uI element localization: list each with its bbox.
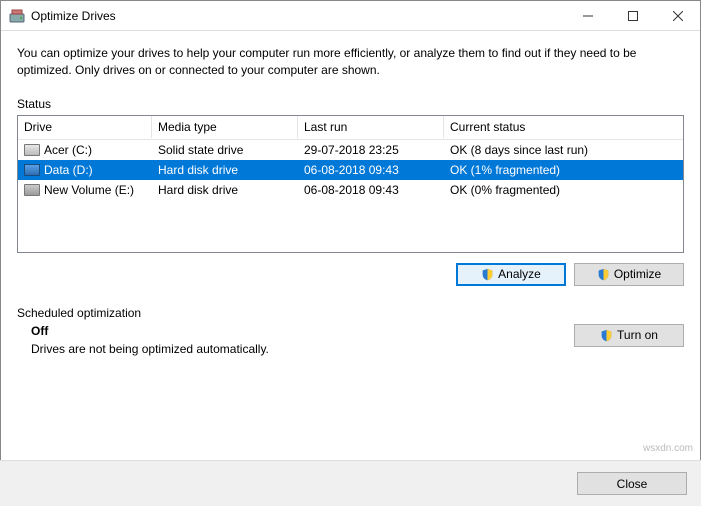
col-drive[interactable]: Drive — [18, 116, 152, 138]
scheduled-desc: Drives are not being optimized automatic… — [31, 342, 562, 356]
window-title: Optimize Drives — [31, 9, 565, 23]
cell-lastrun: 06-08-2018 09:43 — [298, 161, 444, 179]
cell-media: Hard disk drive — [152, 161, 298, 179]
analyze-button[interactable]: Analyze — [456, 263, 566, 286]
shield-icon — [600, 329, 613, 342]
scheduled-state: Off — [31, 324, 562, 338]
cell-status: OK (1% fragmented) — [444, 161, 683, 179]
bottom-bar: Close — [0, 460, 701, 506]
drive-icon — [24, 184, 40, 196]
optimize-label: Optimize — [614, 267, 661, 281]
col-media[interactable]: Media type — [152, 116, 298, 138]
turn-on-button[interactable]: Turn on — [574, 324, 684, 347]
table-row[interactable]: Acer (C:) Solid state drive 29-07-2018 2… — [18, 140, 683, 160]
shield-icon — [481, 268, 494, 281]
table-row[interactable]: Data (D:) Hard disk drive 06-08-2018 09:… — [18, 160, 683, 180]
cell-drive: Acer (C:) — [44, 143, 92, 157]
listview-rows: Acer (C:) Solid state drive 29-07-2018 2… — [18, 140, 683, 200]
minimize-button[interactable] — [565, 1, 610, 30]
cell-drive: New Volume (E:) — [44, 183, 134, 197]
analyze-label: Analyze — [498, 267, 541, 281]
app-icon — [9, 8, 25, 24]
description-text: You can optimize your drives to help you… — [17, 45, 684, 79]
titlebar: Optimize Drives — [1, 1, 700, 31]
scheduled-label: Scheduled optimization — [17, 306, 684, 320]
cell-status: OK (8 days since last run) — [444, 141, 683, 159]
cell-drive: Data (D:) — [44, 163, 93, 177]
turnon-label: Turn on — [617, 328, 658, 342]
close-dialog-button[interactable]: Close — [577, 472, 687, 495]
listview-header[interactable]: Drive Media type Last run Current status — [18, 116, 683, 140]
cell-media: Hard disk drive — [152, 181, 298, 199]
drive-icon — [24, 164, 40, 176]
shield-icon — [597, 268, 610, 281]
cell-lastrun: 06-08-2018 09:43 — [298, 181, 444, 199]
optimize-button[interactable]: Optimize — [574, 263, 684, 286]
drive-icon — [24, 144, 40, 156]
drives-listview[interactable]: Drive Media type Last run Current status… — [17, 115, 684, 253]
table-row[interactable]: New Volume (E:) Hard disk drive 06-08-20… — [18, 180, 683, 200]
cell-status: OK (0% fragmented) — [444, 181, 683, 199]
close-label: Close — [617, 477, 648, 491]
col-status[interactable]: Current status — [444, 116, 683, 138]
col-lastrun[interactable]: Last run — [298, 116, 444, 138]
status-label: Status — [17, 97, 684, 111]
maximize-button[interactable] — [610, 1, 655, 30]
close-button[interactable] — [655, 1, 700, 30]
cell-media: Solid state drive — [152, 141, 298, 159]
watermark: wsxdn.com — [643, 443, 693, 454]
cell-lastrun: 29-07-2018 23:25 — [298, 141, 444, 159]
